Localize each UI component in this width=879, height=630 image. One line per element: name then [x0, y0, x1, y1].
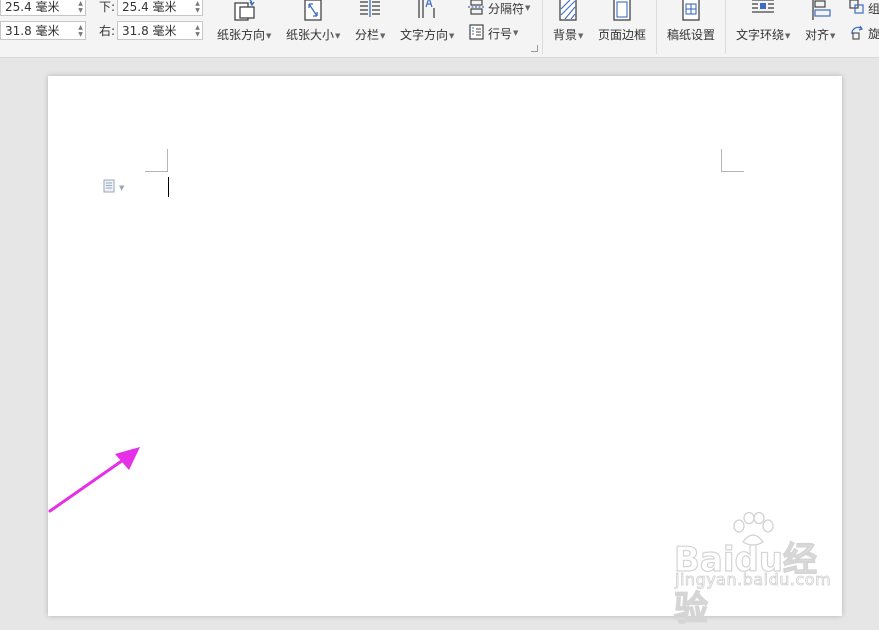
dialog-launcher-icon[interactable]	[531, 45, 538, 52]
rotate-icon	[849, 24, 868, 43]
breaks-icon	[468, 0, 488, 18]
columns-button[interactable]: 分栏▼	[355, 0, 385, 43]
margin-top-value: 25.4 毫米	[5, 0, 60, 14]
background-button[interactable]: 背景▼	[553, 0, 583, 43]
manuscript-label: 稿纸设置	[667, 28, 716, 42]
chevron-down-icon: ▼	[578, 32, 584, 40]
crop-mark-top-left	[145, 149, 168, 172]
columns-label: 分栏	[355, 28, 380, 42]
page-borders-button[interactable]: 页面边框	[598, 0, 646, 43]
chevron-down-icon: ▼	[513, 28, 519, 37]
margin-top-row: 25.4 毫米 ▲ ▼	[0, 0, 86, 17]
baidu-watermark: Baidu经验 jingyan.baidu.com	[672, 510, 842, 630]
line-numbers-icon	[468, 24, 488, 43]
text-cursor	[168, 177, 169, 197]
manuscript-icon	[679, 0, 703, 22]
margin-right-label: 右:	[98, 24, 115, 38]
ribbon-toolbar: 25.4 毫米 ▲ ▼ 31.8 毫米 ▲ ▼ 下: 25.4 毫米 ▲ ▼ 右: 3…	[0, 0, 879, 58]
margin-left-spinner[interactable]: 31.8 毫米 ▲ ▼	[0, 21, 86, 40]
paper-size-label: 纸张大小	[286, 28, 335, 42]
paper-size-icon	[301, 0, 325, 22]
breaks-label: 分隔符	[488, 2, 525, 16]
chevron-down-icon: ▼	[266, 32, 272, 40]
line-numbers-button[interactable]: 行号 ▼	[468, 24, 518, 43]
margin-right-spinner[interactable]: 31.8 毫米 ▲ ▼	[117, 21, 203, 40]
rotate-button[interactable]: 旋	[849, 24, 879, 43]
text-direction-button[interactable]: 文字方向▼	[400, 0, 454, 43]
manuscript-button[interactable]: 稿纸设置	[667, 0, 715, 43]
chevron-down-icon: ▼	[830, 32, 836, 40]
margin-left-value: 31.8 毫米	[5, 24, 60, 38]
columns-icon	[357, 0, 383, 22]
text-direction-icon	[414, 0, 440, 22]
text-wrap-button[interactable]: 文字环绕▼	[736, 0, 790, 43]
group-button[interactable]: 组	[849, 0, 879, 18]
spinner-arrows-icon[interactable]: ▲ ▼	[193, 0, 202, 15]
group-divider	[656, 0, 657, 54]
margin-right-value: 31.8 毫米	[122, 24, 177, 38]
group-icon	[849, 0, 868, 18]
chevron-down-icon: ▼	[335, 32, 341, 40]
background-icon	[556, 0, 580, 22]
margin-right-row: 右: 31.8 毫米 ▲ ▼	[95, 20, 203, 41]
page-borders-icon	[610, 0, 634, 22]
margin-bottom-label: 下:	[98, 0, 115, 14]
breaks-button[interactable]: 分隔符 ▼	[468, 0, 530, 18]
margin-bottom-spinner[interactable]: 25.4 毫米 ▲ ▼	[117, 0, 203, 16]
paragraph-icon	[102, 179, 116, 196]
chevron-down-icon: ▼	[449, 32, 455, 40]
group-label: 组	[868, 2, 879, 16]
margin-top-spinner[interactable]: 25.4 毫米 ▲ ▼	[0, 0, 86, 16]
chevron-down-icon: ▼	[119, 183, 125, 192]
text-direction-label: 文字方向	[400, 28, 449, 42]
orientation-button[interactable]: 纸张方向▼	[217, 0, 271, 43]
chevron-down-icon: ▼	[380, 32, 386, 40]
text-wrap-icon	[750, 0, 776, 22]
watermark-url: jingyan.baidu.com	[675, 570, 832, 590]
page-orientation-icon	[231, 0, 257, 22]
align-label: 对齐	[805, 28, 830, 42]
spinner-arrows-icon[interactable]: ▲ ▼	[76, 0, 85, 15]
chevron-down-icon: ▼	[785, 32, 791, 40]
group-divider	[542, 0, 543, 54]
paper-size-button[interactable]: 纸张大小▼	[286, 0, 340, 43]
group-divider	[725, 0, 726, 54]
margin-left-row: 31.8 毫米 ▲ ▼	[0, 20, 86, 41]
background-label: 背景	[553, 28, 578, 42]
margin-bottom-value: 25.4 毫米	[122, 0, 177, 14]
spinner-arrows-icon[interactable]: ▲ ▼	[76, 22, 85, 39]
margin-bottom-row: 下: 25.4 毫米 ▲ ▼	[95, 0, 203, 17]
spinner-arrows-icon[interactable]: ▲ ▼	[193, 22, 202, 39]
align-icon	[808, 0, 832, 22]
text-wrap-label: 文字环绕	[736, 28, 785, 42]
line-numbers-label: 行号	[488, 27, 513, 41]
page-borders-label: 页面边框	[598, 28, 647, 42]
crop-mark-top-right	[721, 149, 744, 172]
rotate-label: 旋	[868, 27, 879, 41]
orientation-label: 纸张方向	[217, 28, 266, 42]
align-button[interactable]: 对齐▼	[805, 0, 835, 43]
paragraph-menu[interactable]: ▼	[102, 179, 124, 196]
chevron-down-icon: ▼	[525, 3, 531, 12]
